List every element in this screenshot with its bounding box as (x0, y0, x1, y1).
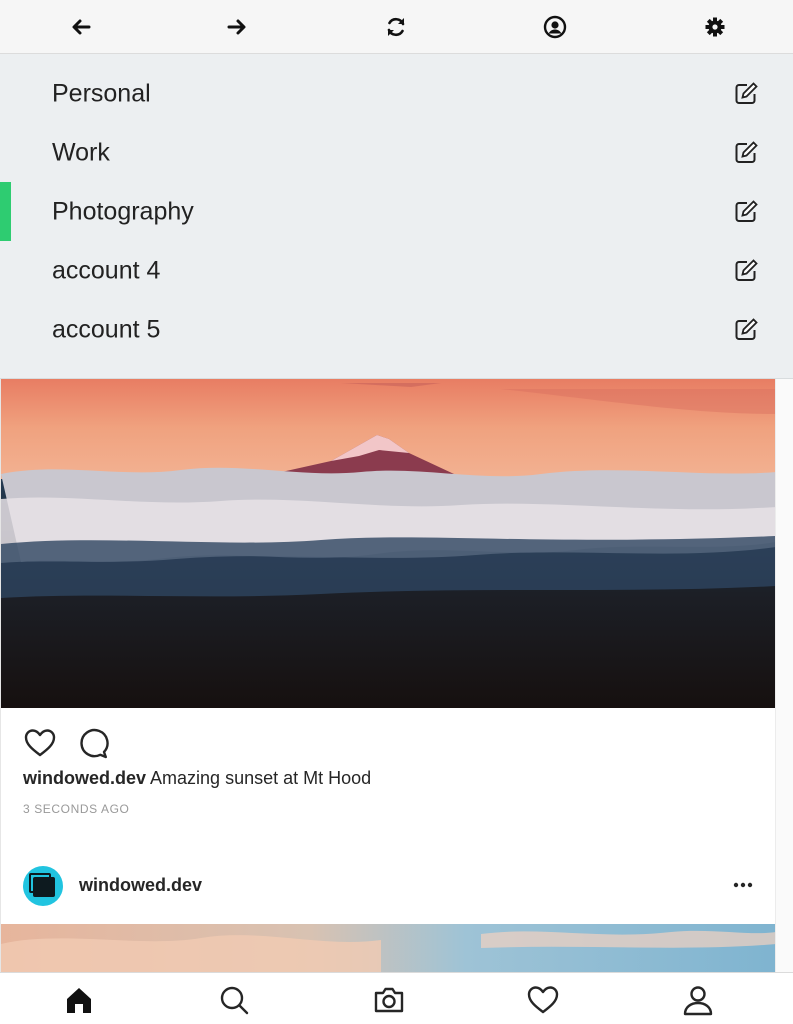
account-label: Personal (52, 79, 151, 107)
feed-scrollbar[interactable] (775, 379, 793, 972)
post-header-username[interactable]: windowed.dev (79, 875, 202, 896)
post-photo-mt-hood[interactable] (1, 379, 775, 708)
edit-icon[interactable] (733, 140, 759, 166)
post-photo-preview[interactable] (1, 924, 775, 972)
account-label: Work (52, 138, 110, 166)
photo-feed: windowed.dev Amazing sunset at Mt Hood 3… (0, 379, 775, 972)
heart-icon[interactable] (23, 726, 57, 760)
settings-gear-icon[interactable] (697, 9, 733, 45)
account-label: Photography (52, 197, 194, 225)
post-username[interactable]: windowed.dev (23, 768, 146, 788)
heart-icon[interactable] (526, 983, 560, 1017)
search-icon[interactable] (217, 983, 251, 1017)
account-item-account-5[interactable]: account 5 (0, 300, 793, 359)
bottom-navigation (0, 972, 793, 1024)
account-item-personal[interactable]: Personal (0, 64, 793, 123)
account-item-photography[interactable]: Photography (0, 182, 793, 241)
account-icon[interactable] (537, 9, 573, 45)
profile-icon[interactable] (681, 983, 715, 1017)
forward-arrow-icon[interactable] (219, 9, 255, 45)
home-icon[interactable] (62, 983, 96, 1017)
camera-icon[interactable] (372, 983, 406, 1017)
back-arrow-icon[interactable] (63, 9, 99, 45)
more-options-icon[interactable] (728, 873, 758, 897)
account-switcher-menu: Personal Work Photography account 4 acco… (0, 54, 793, 379)
edit-icon[interactable] (733, 317, 759, 343)
post-caption: windowed.dev Amazing sunset at Mt Hood (23, 768, 371, 789)
edit-icon[interactable] (733, 258, 759, 284)
account-item-account-4[interactable]: account 4 (0, 241, 793, 300)
edit-icon[interactable] (733, 199, 759, 225)
refresh-icon[interactable] (378, 9, 414, 45)
post-caption-text: Amazing sunset at Mt Hood (150, 768, 372, 788)
active-account-indicator (0, 182, 11, 241)
browser-toolbar (0, 0, 793, 54)
avatar[interactable] (23, 866, 63, 906)
post-header: windowed.dev (1, 857, 775, 917)
account-item-work[interactable]: Work (0, 123, 793, 182)
account-label: account 4 (52, 256, 161, 284)
post-timestamp: 3 SECONDS AGO (23, 802, 130, 816)
edit-icon[interactable] (733, 81, 759, 107)
comment-icon[interactable] (75, 726, 109, 760)
account-label: account 5 (52, 315, 161, 343)
avatar-logo-outline (29, 873, 51, 893)
